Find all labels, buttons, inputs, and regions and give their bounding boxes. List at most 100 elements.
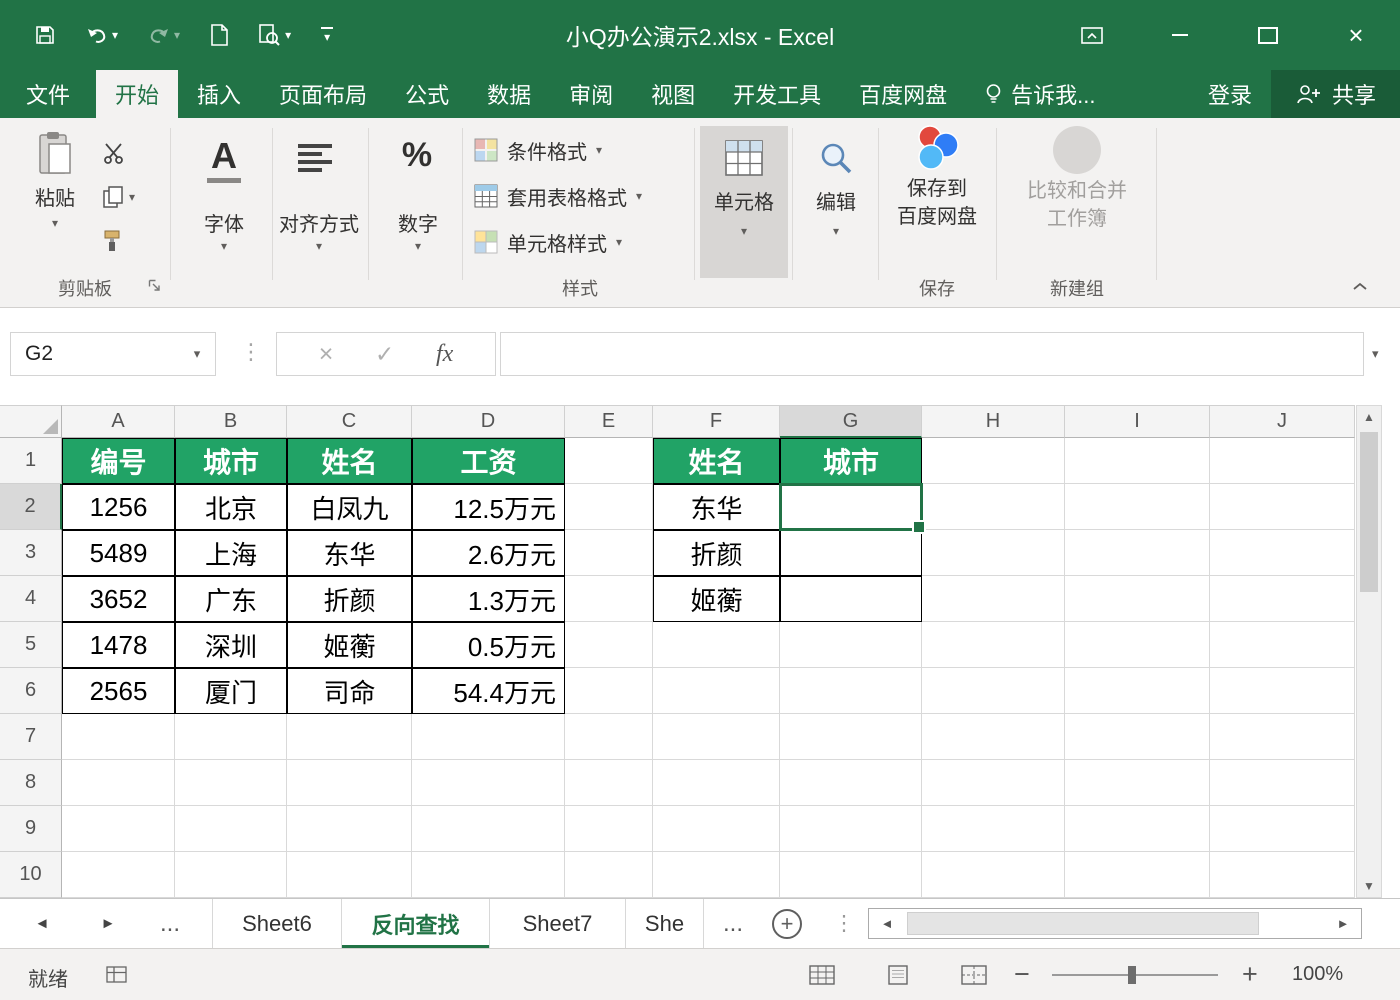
save-to-baidu-button[interactable]: 保存到 百度网盘 <box>884 124 990 230</box>
row-header-10[interactable]: 10 <box>0 852 62 898</box>
compare-merge-button[interactable]: 比较和合并 工作簿 <box>1004 124 1150 232</box>
cell-A7[interactable] <box>62 714 175 760</box>
cell-I6[interactable] <box>1065 668 1210 714</box>
insert-function-icon[interactable]: fx <box>436 341 453 368</box>
column-header-E[interactable]: E <box>565 405 653 438</box>
cell-D10[interactable] <box>412 852 565 898</box>
horizontal-scrollbar-thumb[interactable] <box>907 912 1259 935</box>
cell-C4[interactable]: 折颜 <box>287 576 412 622</box>
cell-F10[interactable] <box>653 852 780 898</box>
cell-G9[interactable] <box>780 806 922 852</box>
cell-H3[interactable] <box>922 530 1065 576</box>
cell-E7[interactable] <box>565 714 653 760</box>
cell-C9[interactable] <box>287 806 412 852</box>
enter-check-icon[interactable]: ✓ <box>375 341 394 368</box>
tab-insert[interactable]: 插入 <box>178 70 260 118</box>
cell-E3[interactable] <box>565 530 653 576</box>
close-button[interactable]: × <box>1312 0 1400 70</box>
cell-I1[interactable] <box>1065 438 1210 484</box>
column-header-D[interactable]: D <box>412 405 565 438</box>
cell-H6[interactable] <box>922 668 1065 714</box>
cell-G10[interactable] <box>780 852 922 898</box>
cell-B1[interactable]: 城市 <box>175 438 287 484</box>
tab-file[interactable]: 文件 <box>0 70 96 118</box>
undo-icon[interactable]: ▾ <box>86 27 118 44</box>
cell-I8[interactable] <box>1065 760 1210 806</box>
number-group-caret-icon[interactable]: ▾ <box>374 240 462 252</box>
column-header-B[interactable]: B <box>175 405 287 438</box>
cell-H4[interactable] <box>922 576 1065 622</box>
cell-G8[interactable] <box>780 760 922 806</box>
normal-view-icon[interactable] <box>806 963 838 987</box>
collapse-ribbon-icon[interactable] <box>1352 274 1368 297</box>
row-header-1[interactable]: 1 <box>0 438 62 484</box>
new-file-icon[interactable] <box>210 24 228 46</box>
cell-I10[interactable] <box>1065 852 1210 898</box>
cell-J5[interactable] <box>1210 622 1355 668</box>
cell-J1[interactable] <box>1210 438 1355 484</box>
cell-I9[interactable] <box>1065 806 1210 852</box>
cell-B8[interactable] <box>175 760 287 806</box>
cell-F7[interactable] <box>653 714 780 760</box>
cell-A4[interactable]: 3652 <box>62 576 175 622</box>
formula-bar-expand-icon[interactable]: ▾ <box>1372 346 1379 362</box>
editing-button[interactable]: 编辑 ▾ <box>798 126 874 278</box>
sheet-tab-sheet7[interactable]: Sheet7 <box>490 899 626 948</box>
cell-A3[interactable]: 5489 <box>62 530 175 576</box>
tab-developer[interactable]: 开发工具 <box>714 70 840 118</box>
cell-C8[interactable] <box>287 760 412 806</box>
cell-D9[interactable] <box>412 806 565 852</box>
cell-E2[interactable] <box>565 484 653 530</box>
cell-I3[interactable] <box>1065 530 1210 576</box>
cell-A6[interactable]: 2565 <box>62 668 175 714</box>
cell-A5[interactable]: 1478 <box>62 622 175 668</box>
row-header-7[interactable]: 7 <box>0 714 62 760</box>
cell-D3[interactable]: 2.6万元 <box>412 530 565 576</box>
cell-B5[interactable]: 深圳 <box>175 622 287 668</box>
cell-F5[interactable] <box>653 622 780 668</box>
customize-qat-icon[interactable]: ▾ <box>321 27 334 43</box>
column-header-C[interactable]: C <box>287 405 412 438</box>
cut-icon[interactable] <box>102 136 154 170</box>
cell-D6[interactable]: 54.4万元 <box>412 668 565 714</box>
cell-I4[interactable] <box>1065 576 1210 622</box>
row-header-5[interactable]: 5 <box>0 622 62 668</box>
cell-H1[interactable] <box>922 438 1065 484</box>
sign-in-button[interactable]: 登录 <box>1189 70 1271 118</box>
cell-F1[interactable]: 姓名 <box>653 438 780 484</box>
cell-G5[interactable] <box>780 622 922 668</box>
cell-I5[interactable] <box>1065 622 1210 668</box>
share-button[interactable]: 共享 <box>1270 70 1400 118</box>
tab-tell-me[interactable]: 告诉我... <box>966 70 1114 118</box>
cell-J7[interactable] <box>1210 714 1355 760</box>
cell-A1[interactable]: 编号 <box>62 438 175 484</box>
sheet-overflow-right[interactable]: ... <box>712 899 754 948</box>
cell-J10[interactable] <box>1210 852 1355 898</box>
cell-A8[interactable] <box>62 760 175 806</box>
cell-F4[interactable]: 姬蘅 <box>653 576 780 622</box>
cell-B10[interactable] <box>175 852 287 898</box>
cell-G4[interactable] <box>780 576 922 622</box>
sheet-tab-sheet6[interactable]: Sheet6 <box>212 899 342 948</box>
cancel-icon[interactable]: × <box>319 340 334 369</box>
clipboard-dialog-launcher-icon[interactable] <box>148 275 161 298</box>
cell-H5[interactable] <box>922 622 1065 668</box>
zoom-out-icon[interactable]: − <box>1014 959 1030 990</box>
cell-I7[interactable] <box>1065 714 1210 760</box>
cell-C3[interactable]: 东华 <box>287 530 412 576</box>
cell-H10[interactable] <box>922 852 1065 898</box>
tab-formulas[interactable]: 公式 <box>386 70 468 118</box>
cell-A10[interactable] <box>62 852 175 898</box>
tab-data[interactable]: 数据 <box>468 70 550 118</box>
cell-J4[interactable] <box>1210 576 1355 622</box>
tab-home[interactable]: 开始 <box>96 70 179 118</box>
redo-icon[interactable]: ▾ <box>148 27 180 44</box>
tab-review[interactable]: 审阅 <box>550 70 632 118</box>
tab-baidu-netdisk[interactable]: 百度网盘 <box>840 70 966 118</box>
new-sheet-button[interactable]: + <box>764 899 810 948</box>
cell-B2[interactable]: 北京 <box>175 484 287 530</box>
cell-D5[interactable]: 0.5万元 <box>412 622 565 668</box>
cell-D1[interactable]: 工资 <box>412 438 565 484</box>
scroll-up-icon[interactable]: ▲ <box>1357 410 1381 424</box>
cell-C7[interactable] <box>287 714 412 760</box>
